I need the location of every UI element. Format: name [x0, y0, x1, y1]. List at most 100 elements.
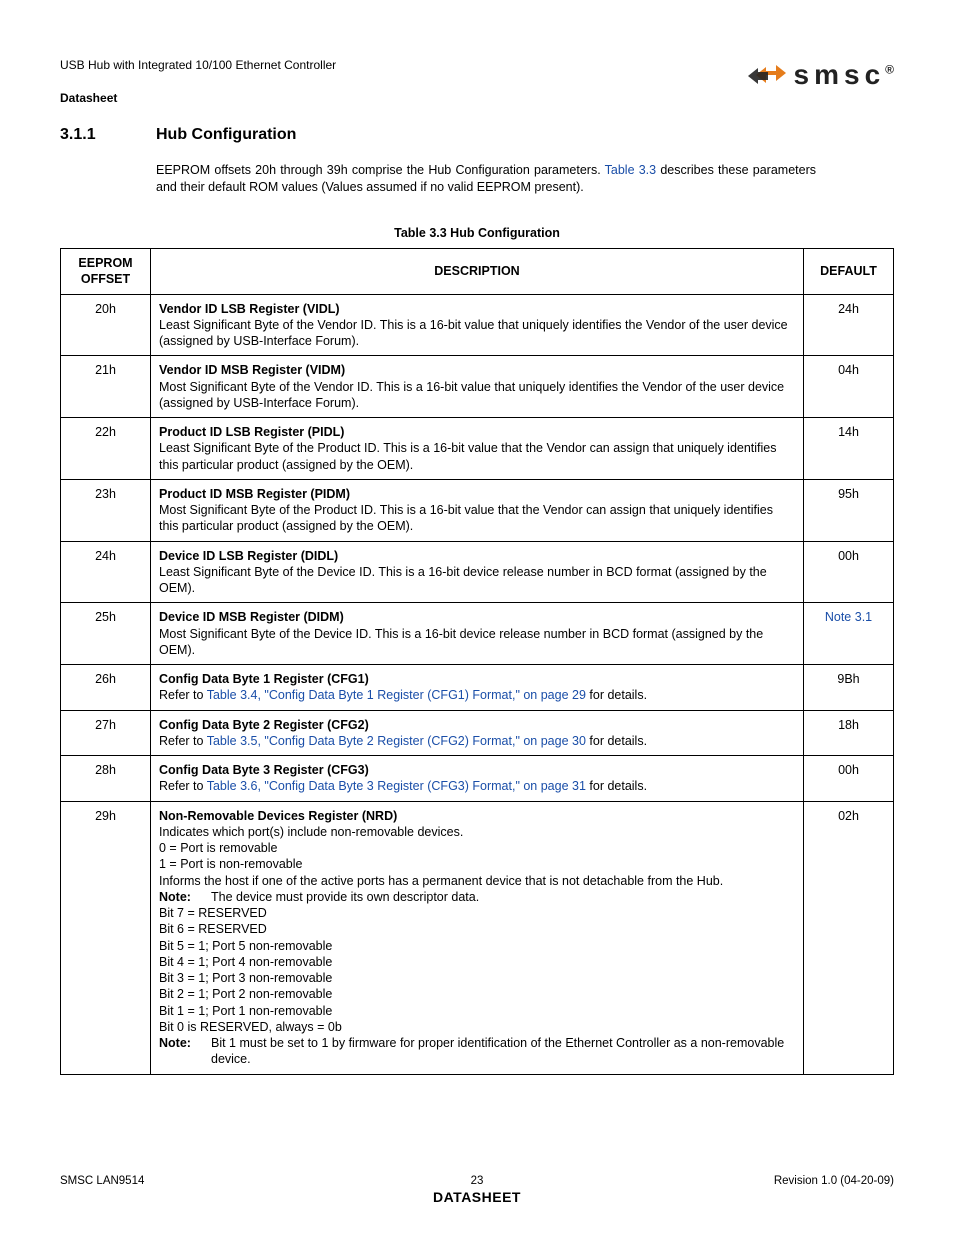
default-cell: 95h: [804, 479, 894, 541]
offset-cell: 25h: [61, 603, 151, 665]
offset-cell: 23h: [61, 479, 151, 541]
table-row: 29h Non-Removable Devices Register (NRD)…: [61, 801, 894, 1074]
offset-cell: 21h: [61, 356, 151, 418]
bit4: Bit 4 = 1; Port 4 non-removable: [159, 955, 332, 969]
default-cell: 18h: [804, 710, 894, 756]
desc-cell: Device ID MSB Register (DIDM) Most Signi…: [151, 603, 804, 665]
bit2: Bit 2 = 1; Port 2 non-removable: [159, 987, 332, 1001]
desc-body: Most Significant Byte of the Product ID.…: [159, 503, 773, 533]
section-number: 3.1.1: [60, 126, 124, 144]
page: USB Hub with Integrated 10/100 Ethernet …: [0, 0, 954, 1235]
table-row: 27h Config Data Byte 2 Register (CFG2) R…: [61, 710, 894, 756]
logo-wordmark: smsc: [794, 59, 886, 90]
cfg2-link[interactable]: Table 3.5, "Config Data Byte 2 Register …: [207, 734, 586, 748]
desc-cell: Non-Removable Devices Register (NRD) Ind…: [151, 801, 804, 1074]
desc-body: Most Significant Byte of the Device ID. …: [159, 627, 763, 657]
header-left: USB Hub with Integrated 10/100 Ethernet …: [60, 56, 336, 108]
table-row: 25h Device ID MSB Register (DIDM) Most S…: [61, 603, 894, 665]
bit0: Bit 0 is RESERVED, always = 0b: [159, 1020, 342, 1034]
table-row: 28h Config Data Byte 3 Register (CFG3) R…: [61, 756, 894, 802]
intro-table-link[interactable]: Table 3.3: [605, 163, 656, 177]
section-title: Hub Configuration: [156, 126, 296, 144]
desc-body: Least Significant Byte of the Product ID…: [159, 441, 777, 471]
desc-title: Product ID LSB Register (PIDL): [159, 425, 344, 439]
logo-text: smsc®: [794, 59, 894, 91]
note-text: The device must provide its own descript…: [211, 889, 479, 905]
intro-pre: EEPROM offsets 20h through 39h comprise …: [156, 163, 605, 177]
col-default-header: DEFAULT: [804, 249, 894, 295]
default-cell: 02h: [804, 801, 894, 1074]
desc-pre: Refer to: [159, 734, 207, 748]
note-block: Note: The device must provide its own de…: [159, 889, 795, 905]
default-cell: 9Bh: [804, 665, 894, 711]
note-label: Note:: [159, 1035, 197, 1068]
desc-cell: Device ID LSB Register (DIDL) Least Sign…: [151, 541, 804, 603]
desc-pre: Refer to: [159, 779, 207, 793]
desc-cell: Config Data Byte 2 Register (CFG2) Refer…: [151, 710, 804, 756]
doc-type-label: Datasheet: [60, 89, 336, 108]
default-cell: 24h: [804, 294, 894, 356]
table-row: 26h Config Data Byte 1 Register (CFG1) R…: [61, 665, 894, 711]
default-cell: 14h: [804, 418, 894, 480]
default-cell: 00h: [804, 756, 894, 802]
cfg1-link[interactable]: Table 3.4, "Config Data Byte 1 Register …: [207, 688, 586, 702]
desc-post: for details.: [586, 688, 647, 702]
page-header: USB Hub with Integrated 10/100 Ethernet …: [60, 56, 894, 108]
desc-post: for details.: [586, 734, 647, 748]
col-offset-l1: EEPROM: [78, 256, 132, 270]
offset-cell: 20h: [61, 294, 151, 356]
desc-title: Config Data Byte 3 Register (CFG3): [159, 763, 369, 777]
page-footer: SMSC LAN9514 23 Revision 1.0 (04-20-09) …: [60, 1175, 894, 1205]
desc-cell: Product ID MSB Register (PIDM) Most Sign…: [151, 479, 804, 541]
hub-config-table: EEPROM OFFSET DESCRIPTION DEFAULT 20h Ve…: [60, 248, 894, 1075]
desc-cell: Config Data Byte 3 Register (CFG3) Refer…: [151, 756, 804, 802]
note-label: Note:: [159, 889, 197, 905]
default-cell: Note 3.1: [804, 603, 894, 665]
desc-cell: Product ID LSB Register (PIDL) Least Sig…: [151, 418, 804, 480]
nrd-line4: Informs the host if one of the active po…: [159, 873, 795, 889]
note-text: Bit 1 must be set to 1 by firmware for p…: [211, 1035, 795, 1068]
bit5: Bit 5 = 1; Port 5 non-removable: [159, 939, 332, 953]
desc-title: Non-Removable Devices Register (NRD): [159, 809, 397, 823]
bit7: Bit 7 = RESERVED: [159, 906, 267, 920]
section-heading: 3.1.1 Hub Configuration: [60, 126, 894, 144]
desc-title: Device ID MSB Register (DIDM): [159, 610, 344, 624]
table-header-row: EEPROM OFFSET DESCRIPTION DEFAULT: [61, 249, 894, 295]
desc-cell: Vendor ID LSB Register (VIDL) Least Sign…: [151, 294, 804, 356]
nrd-line3: 1 = Port is non-removable: [159, 857, 302, 871]
offset-cell: 28h: [61, 756, 151, 802]
desc-title: Config Data Byte 1 Register (CFG1): [159, 672, 369, 686]
bit6: Bit 6 = RESERVED: [159, 922, 267, 936]
note-block: Note: Bit 1 must be set to 1 by firmware…: [159, 1035, 795, 1068]
desc-pre: Refer to: [159, 688, 207, 702]
bit1: Bit 1 = 1; Port 1 non-removable: [159, 1004, 332, 1018]
col-offset-header: EEPROM OFFSET: [61, 249, 151, 295]
col-desc-header: DESCRIPTION: [151, 249, 804, 295]
bit3: Bit 3 = 1; Port 3 non-removable: [159, 971, 332, 985]
note-link[interactable]: Note 3.1: [825, 610, 872, 624]
desc-post: for details.: [586, 779, 647, 793]
footer-page-number: 23: [60, 1175, 894, 1187]
desc-title: Vendor ID MSB Register (VIDM): [159, 363, 345, 377]
desc-body: Least Significant Byte of the Device ID.…: [159, 565, 767, 595]
table-row: 22h Product ID LSB Register (PIDL) Least…: [61, 418, 894, 480]
intro-paragraph: EEPROM offsets 20h through 39h comprise …: [156, 162, 816, 196]
table-row: 24h Device ID LSB Register (DIDL) Least …: [61, 541, 894, 603]
cfg3-link[interactable]: Table 3.6, "Config Data Byte 3 Register …: [207, 779, 586, 793]
offset-cell: 22h: [61, 418, 151, 480]
offset-cell: 26h: [61, 665, 151, 711]
brand-logo: smsc®: [748, 58, 894, 92]
logo-registered: ®: [885, 63, 894, 77]
footer-datasheet-label: DATASHEET: [60, 1189, 894, 1205]
desc-title: Vendor ID LSB Register (VIDL): [159, 302, 340, 316]
offset-cell: 24h: [61, 541, 151, 603]
nrd-line2: 0 = Port is removable: [159, 841, 277, 855]
desc-cell: Vendor ID MSB Register (VIDM) Most Signi…: [151, 356, 804, 418]
logo-arrows-icon: [748, 58, 788, 92]
desc-body: Least Significant Byte of the Vendor ID.…: [159, 318, 788, 348]
table-caption: Table 3.3 Hub Configuration: [60, 226, 894, 240]
table-row: 20h Vendor ID LSB Register (VIDL) Least …: [61, 294, 894, 356]
offset-cell: 27h: [61, 710, 151, 756]
desc-title: Config Data Byte 2 Register (CFG2): [159, 718, 369, 732]
desc-title: Device ID LSB Register (DIDL): [159, 549, 338, 563]
